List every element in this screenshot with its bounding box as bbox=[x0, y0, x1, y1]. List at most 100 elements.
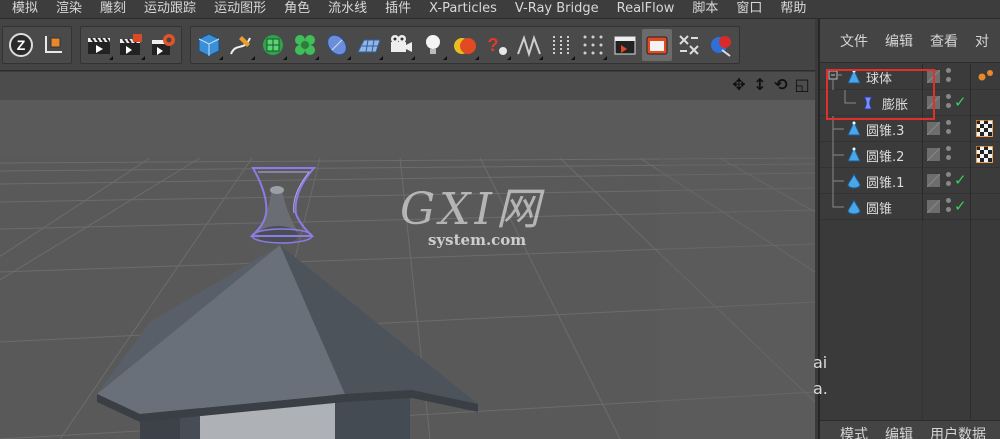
visibility-dots[interactable] bbox=[946, 146, 952, 164]
layer-swatch[interactable] bbox=[926, 121, 941, 136]
light-icon[interactable] bbox=[418, 29, 448, 61]
menu-sculpt[interactable]: 雕刻 bbox=[91, 0, 135, 18]
menu-simulate[interactable]: 模拟 bbox=[0, 0, 47, 18]
menu-vray-bridge[interactable]: V-Ray Bridge bbox=[506, 0, 608, 18]
toolbar-group-render bbox=[80, 25, 182, 64]
menu-motion-tracking[interactable]: 运动跟踪 bbox=[135, 0, 205, 18]
visibility-dots[interactable] bbox=[946, 120, 952, 138]
checker-material-icon[interactable] bbox=[976, 146, 993, 163]
rotate-view-icon[interactable]: ⟲ bbox=[772, 75, 790, 94]
deformer-icon[interactable] bbox=[322, 29, 352, 61]
layer-swatch[interactable] bbox=[926, 69, 941, 84]
array-icon[interactable] bbox=[546, 29, 576, 61]
object-row-cone[interactable]: 圆锥 ✓ bbox=[820, 194, 1000, 220]
z-axis-icon[interactable]: Z bbox=[6, 29, 36, 61]
tree-branch-line bbox=[844, 90, 856, 104]
object-manager-menubar: 文件 编辑 查看 对 bbox=[820, 19, 1000, 63]
3d-viewport[interactable]: ✥ ↕ ⟲ ◱ GXI网 system.com bbox=[0, 72, 815, 439]
svg-text:?: ? bbox=[488, 35, 499, 55]
menu-help[interactable]: 帮助 bbox=[771, 0, 815, 18]
folder-icon[interactable] bbox=[642, 28, 672, 61]
visibility-dots[interactable] bbox=[946, 94, 952, 112]
material-sphere-icon[interactable] bbox=[450, 29, 480, 61]
menu-x-particles[interactable]: X-Particles bbox=[420, 0, 506, 18]
cone-object-icon bbox=[847, 121, 861, 136]
menu-window[interactable]: 窗口 bbox=[727, 0, 771, 18]
cone-object-icon bbox=[847, 173, 861, 189]
attribute-manager-menubar: 模式 编辑 用户数据 bbox=[820, 420, 1000, 439]
am-menu-edit[interactable]: 编辑 bbox=[885, 424, 913, 439]
enabled-check-icon[interactable]: ✓ bbox=[954, 93, 967, 111]
move-view-icon[interactable]: ✥ bbox=[730, 75, 748, 94]
clapper-icon[interactable] bbox=[610, 29, 640, 61]
object-name: 球体 bbox=[866, 72, 893, 87]
am-menu-user-data[interactable]: 用户数据 bbox=[930, 424, 986, 439]
checker-material-icon[interactable] bbox=[976, 120, 993, 137]
bulge-deformer-icon bbox=[863, 96, 873, 110]
menu-realflow[interactable]: RealFlow bbox=[608, 0, 684, 18]
menu-render[interactable]: 渲染 bbox=[47, 0, 91, 18]
visibility-dots[interactable] bbox=[946, 198, 952, 216]
object-list: 球体 膨胀 ✓ 圆锥.3 圆锥.2 圆锥.1 ✓ 圆锥 ✓ bbox=[820, 64, 1000, 220]
material-tag-icon[interactable] bbox=[976, 68, 993, 85]
am-menu-mode[interactable]: 模式 bbox=[840, 424, 868, 439]
render-view-icon[interactable] bbox=[84, 29, 114, 61]
object-list-empty-area[interactable] bbox=[820, 220, 1000, 420]
visibility-dots[interactable] bbox=[946, 68, 952, 86]
om-menu-view[interactable]: 查看 bbox=[930, 31, 958, 51]
object-name: 圆锥.2 bbox=[866, 150, 905, 165]
help-tag-icon[interactable]: ? bbox=[482, 29, 512, 61]
subdivision-surface-icon[interactable] bbox=[258, 29, 288, 61]
tree-branch-line bbox=[832, 194, 844, 208]
truncated-text-fragment: ai a. bbox=[813, 353, 828, 398]
vray-icon[interactable] bbox=[706, 29, 736, 61]
grid-dots-icon[interactable] bbox=[578, 29, 608, 61]
floor-icon[interactable] bbox=[354, 29, 384, 61]
object-manager: 文件 编辑 查看 对 球体 膨胀 ✓ 圆锥.3 圆锥.2 圆锥.1 ✓ 圆锥 ✓… bbox=[818, 19, 1000, 439]
menu-script[interactable]: 脚本 bbox=[683, 0, 727, 18]
layer-swatch[interactable] bbox=[926, 199, 941, 214]
cloner-icon[interactable] bbox=[290, 29, 320, 61]
xpresso-icon[interactable] bbox=[674, 29, 704, 61]
object-row-cone-2[interactable]: 圆锥.2 bbox=[820, 142, 1000, 168]
object-row-cone-3[interactable]: 圆锥.3 bbox=[820, 116, 1000, 142]
layer-swatch[interactable] bbox=[926, 147, 941, 162]
render-settings-icon[interactable] bbox=[148, 29, 178, 61]
toolbar-group-axis: Z bbox=[2, 25, 72, 64]
symmetry-icon[interactable] bbox=[514, 29, 544, 61]
tree-expand-icon[interactable] bbox=[828, 64, 848, 90]
cone-object-icon bbox=[847, 69, 861, 84]
toolbar-group-objects: ? bbox=[190, 25, 740, 64]
om-menu-file[interactable]: 文件 bbox=[840, 31, 868, 51]
pen-spline-icon[interactable] bbox=[226, 29, 256, 61]
tree-branch-line bbox=[832, 142, 844, 168]
tree-branch-line bbox=[832, 116, 844, 142]
cube-icon[interactable] bbox=[194, 29, 224, 61]
scale-view-icon[interactable]: ↕ bbox=[751, 75, 769, 94]
viewport-nav-controls: ✥ ↕ ⟲ ◱ bbox=[730, 75, 811, 94]
menu-mograph[interactable]: 运动图形 bbox=[205, 0, 275, 18]
visibility-dots[interactable] bbox=[946, 172, 952, 190]
layer-swatch[interactable] bbox=[926, 95, 941, 110]
camera-icon[interactable] bbox=[386, 29, 416, 61]
menu-pipeline[interactable]: 流水线 bbox=[319, 0, 376, 18]
object-row-sphere[interactable]: 球体 bbox=[820, 64, 1000, 90]
enabled-check-icon[interactable]: ✓ bbox=[954, 171, 967, 189]
coordinate-system-icon[interactable] bbox=[38, 29, 68, 61]
object-name: 圆锥.1 bbox=[866, 176, 905, 191]
object-name: 圆锥.3 bbox=[866, 124, 905, 139]
menu-plugins[interactable]: 插件 bbox=[376, 0, 420, 18]
main-toolbar: Z ? bbox=[0, 19, 815, 71]
scene-render bbox=[0, 100, 815, 439]
om-menu-edit[interactable]: 编辑 bbox=[885, 31, 913, 51]
enabled-check-icon[interactable]: ✓ bbox=[954, 197, 967, 215]
object-row-cone-1[interactable]: 圆锥.1 ✓ bbox=[820, 168, 1000, 194]
object-row-bulge[interactable]: 膨胀 ✓ bbox=[820, 90, 1000, 116]
render-picture-viewer-icon[interactable] bbox=[116, 29, 146, 61]
om-menu-object[interactable]: 对 bbox=[975, 31, 989, 51]
tree-branch-line bbox=[832, 168, 844, 194]
layout-icon[interactable]: ◱ bbox=[793, 75, 811, 94]
object-name: 圆锥 bbox=[866, 202, 893, 217]
menu-character[interactable]: 角色 bbox=[275, 0, 319, 18]
layer-swatch[interactable] bbox=[926, 173, 941, 188]
